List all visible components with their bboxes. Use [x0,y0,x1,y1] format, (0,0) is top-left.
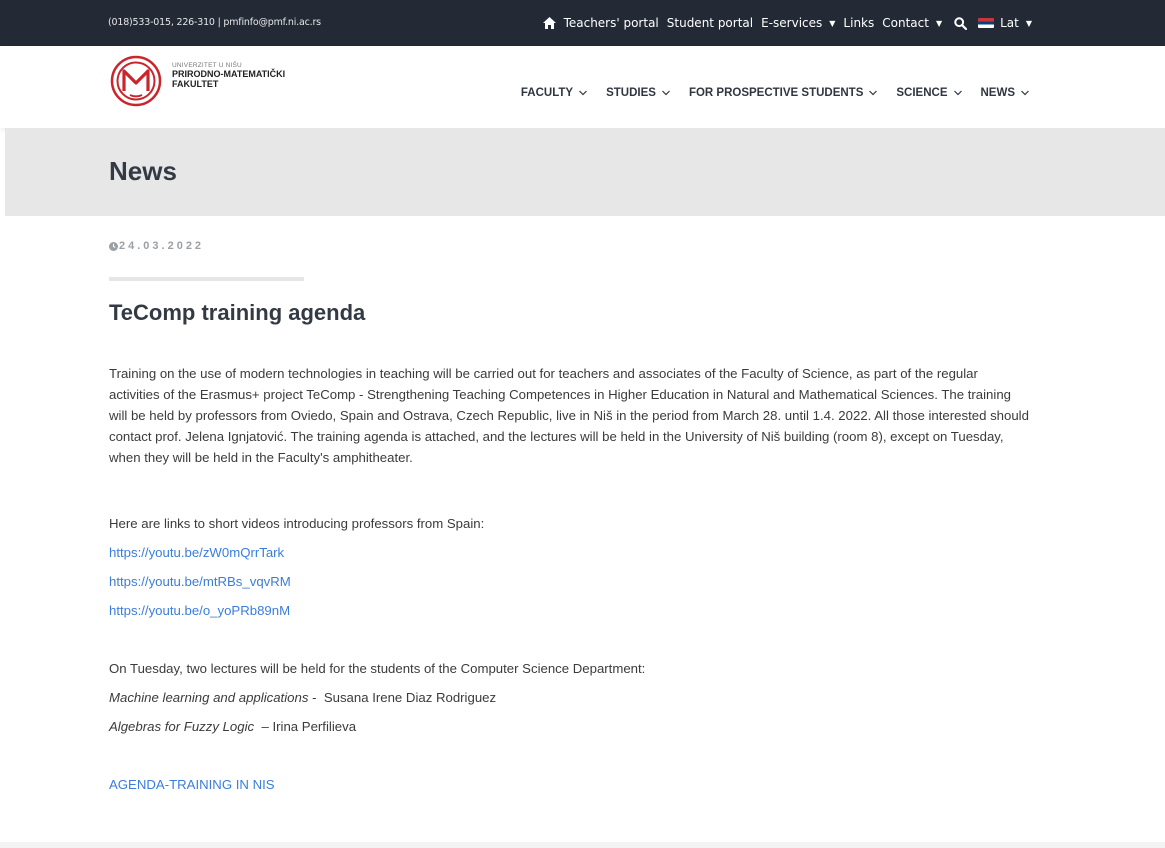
article-intro: Training on the use of modern technologi… [109,366,1029,465]
top-bar: (018)533-015, 226-310 | pmfinfo@pmf.ni.a… [0,0,1165,46]
site-header: UNIVERZITET U NIŠU PRIRODNO-MATEMATIČKI … [0,46,1165,128]
student-portal-link[interactable]: Student portal [667,16,753,30]
article-title: TeComp training agenda [109,300,366,325]
videos-intro: Here are links to short videos introduci… [109,516,485,531]
language-selector[interactable]: Lat ▼ [967,16,1032,30]
language-label: Lat [1000,16,1019,30]
chevron-down-icon [662,90,670,96]
contact-label: Contact [882,16,929,30]
lecture-1: Machine learning and applications - Susa… [109,683,1029,712]
e-services-label: E-services [761,16,823,30]
caret-down-icon: ▼ [829,18,836,28]
nav-prospective-label: FOR PROSPECTIVE STUDENTS [688,87,864,99]
nav-faculty-label: FACULTY [520,87,574,99]
e-services-menu[interactable]: E-services ▼ [761,16,835,30]
student-portal-label: Student portal [666,16,754,30]
lecture-1-title: Machine learning and applications [109,690,309,705]
lecture-1-separator: - [308,690,324,705]
title-divider [109,277,304,281]
nav-news[interactable]: NEWS [981,87,1030,99]
footer-edge [0,842,1165,848]
video-link-2[interactable]: https://youtu.be/mtRBs_vqvRM [109,574,291,589]
faculty-logo-icon[interactable] [110,55,162,107]
video-link-1[interactable]: https://youtu.be/zW0mQrrTark [109,545,284,560]
links-label: Links [843,16,875,30]
clock-icon [109,241,118,251]
home-icon [542,17,556,29]
logo-university: UNIVERZITET U NIŠU [172,62,242,69]
lecture-2-author: Irina Perfilieva [272,719,357,734]
chevron-down-icon [579,90,588,96]
contact-info: (018)533-015, 226-310 | pmfinfo@pmf.ni.a… [108,17,321,28]
article-date: 24.03.2022 [109,240,1029,252]
lecture-2-separator: – [254,719,273,734]
nav-prospective-students[interactable]: FOR PROSPECTIVE STUDENTS [688,87,878,99]
contact-menu[interactable]: Contact ▼ [882,16,942,30]
nav-science-label: SCIENCE [896,87,948,99]
logo-faculty-line1: PRIRODNO-MATEMATIČKI [172,69,286,79]
caret-down-icon: ▼ [935,18,943,28]
teachers-portal-link[interactable]: Teachers' portal [542,16,659,30]
logo-faculty-line2: FAKULTET [172,79,219,89]
tuesday-intro: On Tuesday, two lectures will be held fo… [109,661,646,676]
lecture-2-title: Algebras for Fuzzy Logic [109,719,255,734]
lecture-1-author: Susana Irene Diaz Rodriguez [323,690,497,705]
article-date-text: 24.03.2022 [119,240,205,252]
links-link[interactable]: Links [843,16,874,30]
chevron-down-icon [1021,90,1029,96]
page-title-band: News [5,128,1165,216]
chevron-down-icon [869,90,878,96]
video-link-3[interactable]: https://youtu.be/o_yoPRb89nM [109,603,290,618]
nav-faculty[interactable]: FACULTY [520,87,588,99]
search-icon[interactable] [954,16,968,30]
nav-studies-label: STUDIES [606,87,656,99]
nav-studies[interactable]: STUDIES [606,87,670,99]
logo-text[interactable]: UNIVERZITET U NIŠU PRIRODNO-MATEMATIČKI … [172,62,285,89]
chevron-down-icon [953,90,962,96]
serbian-flag-icon [978,18,995,28]
top-nav: Teachers' portal Student portal E-servic… [535,0,1032,46]
agenda-link[interactable]: AGENDA-TRAINING IN NIS [109,777,275,792]
article: 24.03.2022 TeComp training agenda Traini… [109,240,1029,799]
page-title: News [109,156,177,186]
lecture-2: Algebras for Fuzzy Logic – Irina Perfili… [109,712,1029,741]
nav-news-label: NEWS [980,87,1016,99]
teachers-portal-label: Teachers' portal [563,16,659,30]
main-nav: FACULTY STUDIES FOR PROSPECTIVE STUDENTS… [502,87,1029,99]
caret-down-icon: ▼ [1025,18,1032,28]
nav-science[interactable]: SCIENCE [896,87,962,99]
